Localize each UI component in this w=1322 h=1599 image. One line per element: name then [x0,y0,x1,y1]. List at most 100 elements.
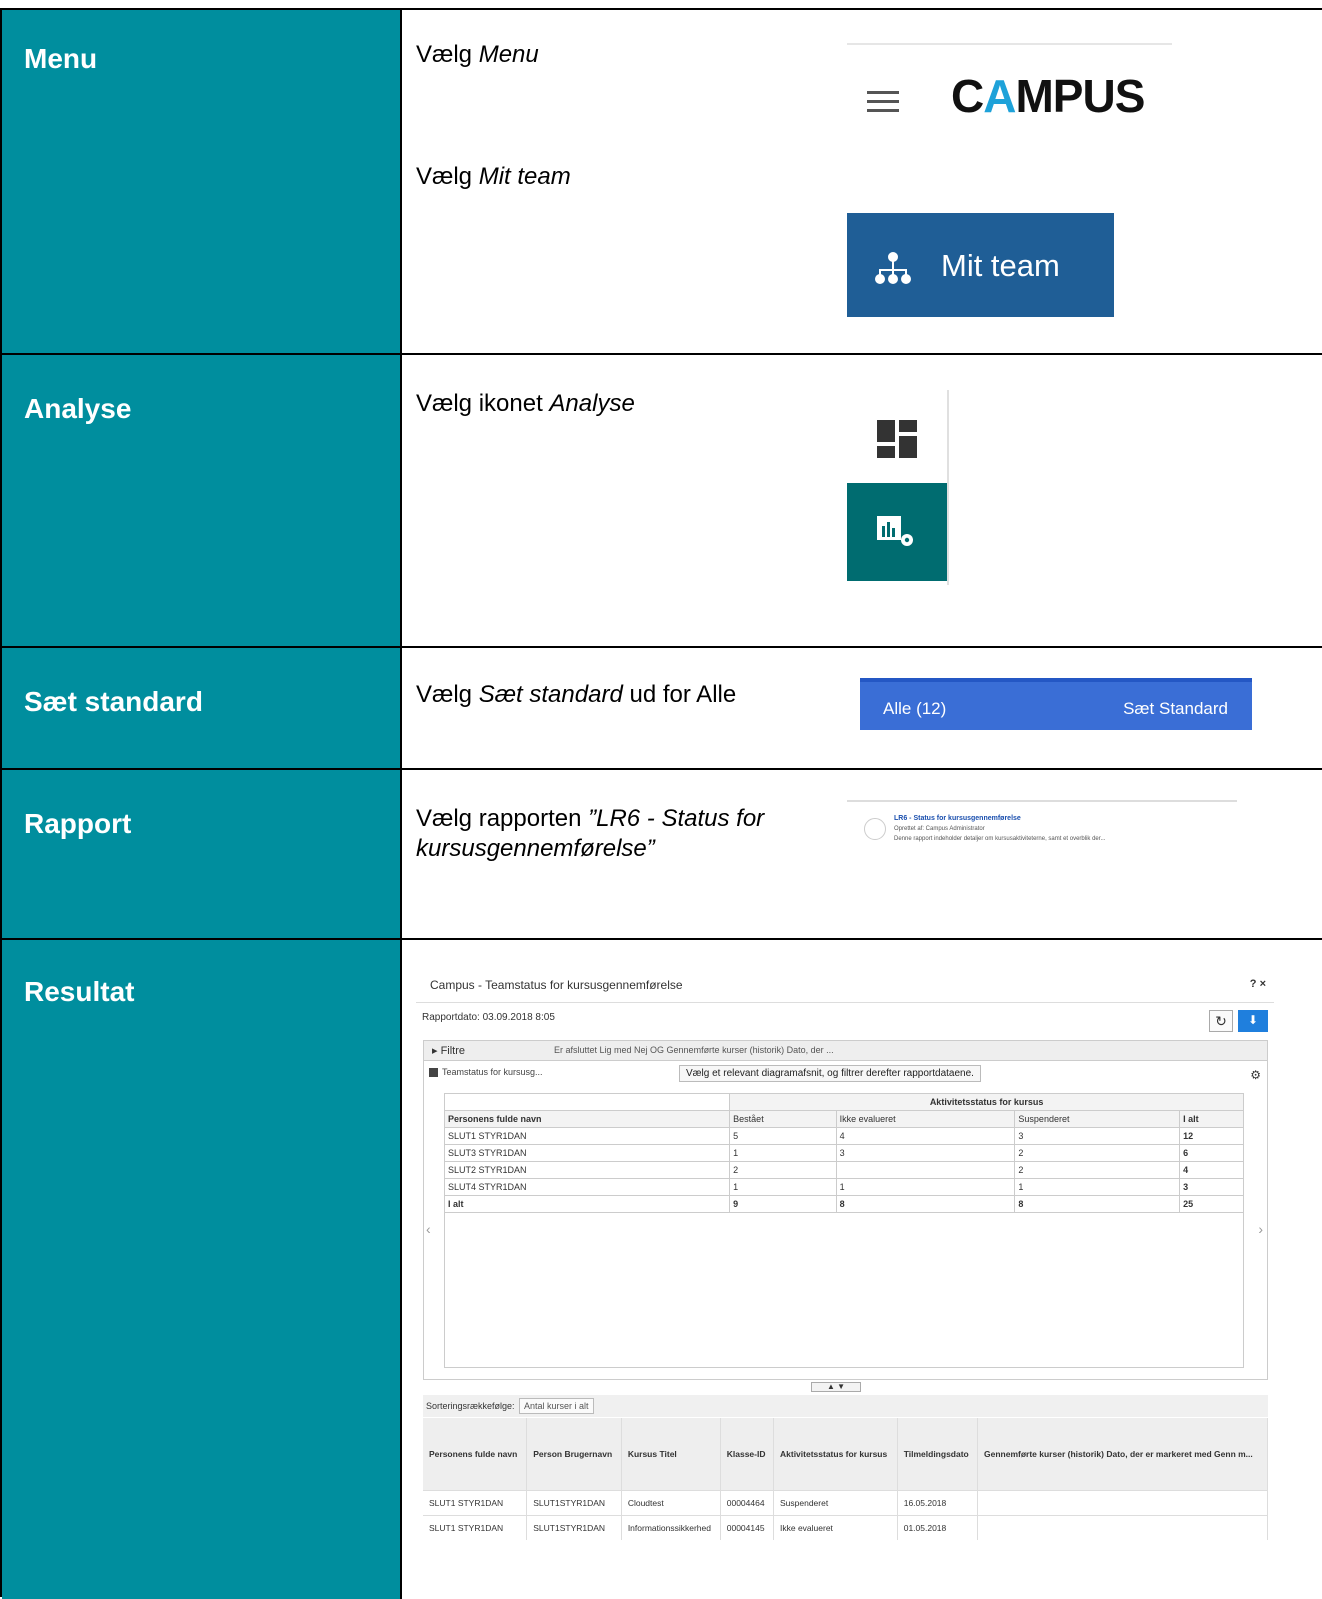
instruction: Vælg Menu [416,40,539,70]
table-cell: SLUT1STYR1DAN [526,1489,622,1515]
table-row[interactable]: SLUT1 STYR1DAN SLUT1STYR1DAN Information… [423,1514,1268,1540]
panel-title-text: Teamstatus for kursusg... [442,1067,543,1077]
detail-col-header[interactable]: Tilmeldingsdato [897,1418,979,1490]
window-title: Campus - Teamstatus for kursusgennemføre… [430,978,683,992]
pivot-cell: 4 [835,1127,1016,1145]
instruction-text: Vælg [416,41,479,68]
pivot-col-header: I alt [1179,1110,1244,1128]
table-cell: Cloudtest [621,1489,721,1515]
label-cell: Rapport [2,770,402,938]
chevron-left-icon[interactable]: ‹ [426,1221,431,1237]
report-card-description: Denne rapport indeholder detaljer om kur… [894,836,1106,842]
report-card-image[interactable]: LR6 - Status for kursusgennemførelse Opr… [847,800,1237,852]
row-label: Analyse [24,393,132,424]
table-cell [977,1514,1268,1540]
pivot-cell: 2 [729,1161,837,1179]
set-standard-button[interactable]: Sæt Standard [1123,699,1228,719]
instruction-text: ud for Alle [622,681,737,708]
report-icon [864,818,886,840]
table-cell: Informationssikkerhed [621,1514,721,1540]
instruction: Vælg Mit team [416,162,571,192]
label-cell: Analyse [2,355,402,646]
sort-select[interactable]: Antal kurser i alt [519,1398,594,1414]
filter-bar[interactable]: ▸ Filtre Er afsluttet Lig med Nej OG Gen… [424,1041,1267,1061]
panel-title: Teamstatus for kursusg... [429,1067,543,1078]
pivot-cell: 9 [729,1195,837,1213]
pivot-cell: 1 [729,1178,837,1196]
pivot-total-row[interactable]: I alt 9 8 8 25 [443,1195,1244,1213]
pivot-group-header: Aktivitetsstatus for kursus [729,1093,1244,1111]
filter-toggle[interactable]: ▸ Filtre [432,1044,465,1057]
detail-col-header[interactable]: Personens fulde navn [423,1418,528,1490]
detail-header-row: Personens fulde navn Person Brugernavn K… [423,1418,1268,1490]
detail-col-header[interactable]: Gennemførte kurser (historik) Dato, der … [977,1418,1268,1490]
download-icon[interactable]: ⬇ [1238,1010,1268,1032]
refresh-icon[interactable]: ↻ [1209,1010,1233,1032]
pivot-cell: 6 [1179,1144,1244,1162]
standard-bar-image: Alle (12) Sæt Standard [860,678,1252,730]
detail-col-header[interactable]: Klasse-ID [720,1418,775,1490]
table-cell: 01.05.2018 [897,1514,979,1540]
pivot-cell: 3 [835,1144,1016,1162]
guide-table: Menu Vælg Menu Vælg Mit team CAMPUS Mit … [0,8,1322,1599]
org-chart-icon [875,252,911,284]
pivot-row[interactable]: SLUT3 STYR1DAN 1 3 2 6 [443,1144,1244,1162]
settings-gear-icon[interactable]: ⚙ [1250,1068,1261,1082]
pivot-cell: 2 [1014,1161,1181,1179]
instruction-italic: Analyse [549,390,635,417]
table-cell: SLUT1 STYR1DAN [423,1514,528,1540]
label-cell: Sæt standard [2,648,402,768]
table-cell: Ikke evalueret [773,1514,898,1540]
pivot-table: Aktivitetsstatus for kursus Personens fu… [443,1093,1244,1213]
instruction-text: Vælg rapporten [416,805,589,832]
filter-summary: Er afsluttet Lig med Nej OG Gennemførte … [554,1045,834,1055]
row-menu: Menu Vælg Menu Vælg Mit team CAMPUS Mit … [2,10,1322,355]
instruction: Vælg rapporten ”LR6 - Status for kursusg… [416,804,816,864]
hamburger-menu-icon[interactable] [867,91,899,118]
row-label: Menu [24,43,98,74]
chart-area [444,1213,1244,1368]
pivot-corner [443,1093,731,1111]
report-card-title: LR6 - Status for kursusgennemførelse [894,815,1021,822]
instruction-italic: Menu [478,41,539,68]
instruction: Vælg Sæt standard ud for Alle [416,680,736,710]
detail-table: Personens fulde navn Person Brugernavn K… [423,1418,1268,1540]
alle-tab[interactable]: Alle (12) [883,699,946,719]
pivot-cell: 1 [1014,1178,1181,1196]
report-date: Rapportdato: 03.09.2018 8:05 [422,1012,555,1023]
sort-bar: Sorteringsrækkefølge: Antal kurser i alt [423,1395,1268,1417]
pivot-cell: 2 [1014,1144,1181,1162]
splitter-handle[interactable]: ▲ ▼ [811,1382,861,1392]
window-controls[interactable]: ? × [1250,978,1266,990]
pivot-cell: 4 [1179,1161,1244,1179]
pivot-row[interactable]: SLUT2 STYR1DAN 2 2 4 [443,1161,1244,1179]
pivot-cell: 12 [1179,1127,1244,1145]
table-cell: SLUT1STYR1DAN [526,1514,622,1540]
chevron-right-icon[interactable]: › [1258,1221,1263,1237]
detail-col-header[interactable]: Person Brugernavn [526,1418,622,1490]
table-cell: 00004145 [720,1514,775,1540]
detail-col-header[interactable]: Aktivitetsstatus for kursus [773,1418,898,1490]
pivot-cell: 8 [1014,1195,1181,1213]
instruction-text: Vælg [416,163,479,190]
analyse-button[interactable] [847,483,947,581]
pivot-col-header: Ikke evalueret [835,1110,1016,1128]
pivot-col-header: Suspenderet [1014,1110,1181,1128]
table-row[interactable]: SLUT1 STYR1DAN SLUT1STYR1DAN Cloudtest 0… [423,1489,1268,1515]
table-cell: 16.05.2018 [897,1489,979,1515]
detail-col-header[interactable]: Kursus Titel [621,1418,721,1490]
pivot-row[interactable]: SLUT1 STYR1DAN 5 4 3 12 [443,1127,1244,1145]
campus-logo: CAMPUS [951,70,1145,122]
row-resultat: Resultat Campus - Teamstatus for kursusg… [2,940,1322,1599]
divider [416,1002,1274,1003]
result-screenshot: Campus - Teamstatus for kursusgennemføre… [416,970,1286,1578]
dashboard-icon[interactable] [877,420,917,458]
pivot-col-header: Personens fulde navn [443,1110,731,1128]
table-cell: Suspenderet [773,1489,898,1515]
mit-team-label: Mit team [941,248,1060,283]
analytics-gear-icon [877,516,913,546]
mit-team-button[interactable]: Mit team [847,213,1114,317]
pivot-cell: I alt [443,1195,731,1213]
pivot-row[interactable]: SLUT4 STYR1DAN 1 1 1 3 [443,1178,1244,1196]
instruction-text: Vælg ikonet [416,390,550,417]
